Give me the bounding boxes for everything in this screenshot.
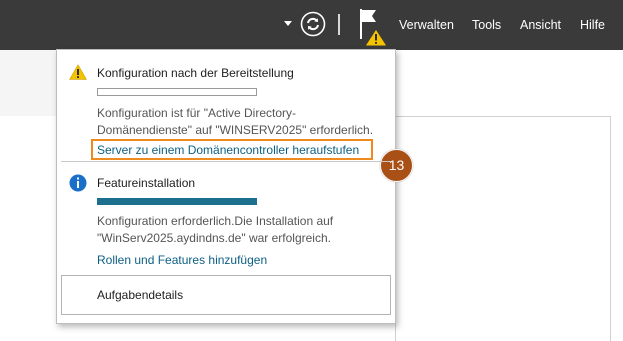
config-description-line1: Konfiguration ist für "Active Directory- [97, 106, 296, 120]
info-icon [69, 174, 87, 192]
feature-description-line1: Konfiguration erforderlich.Die Installat… [97, 214, 334, 228]
section-divider [61, 161, 391, 162]
task-details-button[interactable]: Aufgabendetails [61, 275, 391, 315]
feature-progress-bar [97, 198, 257, 205]
menu-help[interactable]: Hilfe [580, 0, 605, 50]
toolbar-separator [338, 14, 340, 35]
warning-icon [69, 64, 87, 80]
config-title: Konfiguration nach der Bereitstellung [97, 66, 294, 80]
refresh-icon [300, 11, 326, 37]
feature-description: Konfiguration erforderlich.Die Installat… [97, 213, 333, 247]
task-details-label: Aufgabendetails [97, 288, 184, 302]
config-progress-bar [97, 88, 257, 96]
feature-description-line2: "WinServ2025.aydindns.de" war erfolgreic… [97, 231, 331, 245]
notifications-popup: Konfiguration nach der Bereitstellung Ko… [56, 49, 413, 324]
config-description-line2: Domänendienste" auf "WINSERV2025" erford… [97, 123, 374, 137]
feature-title: Featureinstallation [97, 176, 196, 190]
flag-warning-icon [360, 9, 388, 47]
add-roles-features-link[interactable]: Rollen und Features hinzufügen [97, 253, 267, 267]
notifications-flag-button[interactable] [356, 5, 390, 47]
background-left-panel [0, 116, 56, 340]
config-description: Konfiguration ist für "Active Directory-… [97, 105, 373, 139]
menu-view[interactable]: Ansicht [520, 0, 561, 50]
menu-manage[interactable]: Verwalten [399, 0, 454, 50]
step-badge: 13 [380, 149, 413, 182]
menu-tools[interactable]: Tools [472, 0, 501, 50]
toolbar: Verwalten Tools Ansicht Hilfe [0, 0, 623, 50]
background-right-strip [395, 50, 623, 116]
dropdown-caret-icon[interactable] [284, 21, 292, 26]
promote-domain-controller-link[interactable]: Server zu einem Domänencontroller herauf… [97, 143, 359, 157]
refresh-button[interactable] [300, 11, 326, 37]
background-content-pane [395, 116, 611, 341]
background-header-strip [0, 50, 56, 117]
